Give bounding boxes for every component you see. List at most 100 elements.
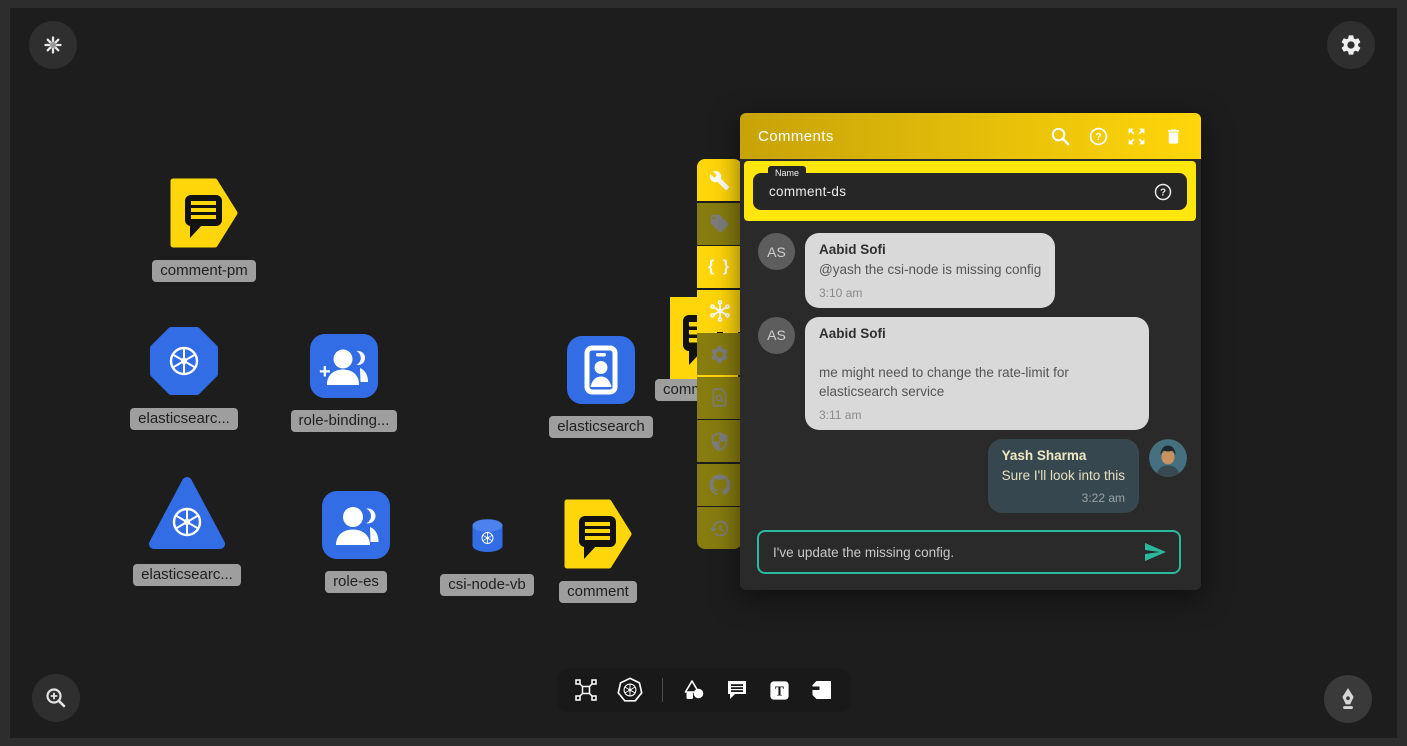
document-search-icon — [709, 387, 730, 408]
json-tool-button[interactable]: { } — [697, 246, 742, 288]
comments-panel-header[interactable]: Comments ? — [740, 113, 1201, 159]
mesh-tool-button[interactable] — [697, 290, 742, 332]
svg-text:+: + — [319, 361, 331, 383]
node-role-es[interactable]: role-es — [300, 491, 412, 593]
message-author: Aabid Sofi — [819, 242, 1041, 257]
comment-composer[interactable] — [757, 530, 1181, 574]
node-role-binding[interactable]: + role-binding... — [287, 334, 401, 432]
message-row: Yash Sharma Sure I'll look into this 3:2… — [758, 439, 1187, 514]
kubernetes-tool-button[interactable] — [617, 677, 643, 703]
shield-icon — [709, 431, 730, 452]
avatar: AS — [758, 233, 795, 270]
doc-scan-tool-button[interactable] — [697, 377, 742, 419]
kubernetes-triangle-icon — [148, 476, 226, 552]
search-icon[interactable] — [1050, 126, 1071, 147]
node-label: comment — [559, 581, 637, 603]
wrench-icon — [709, 170, 730, 191]
note-tool-button[interactable] — [810, 678, 834, 702]
kubernetes-octagon-icon — [149, 326, 219, 396]
message-author: Aabid Sofi — [819, 326, 1135, 341]
node-elasticsearch-serviceaccount[interactable]: elasticsearch — [545, 336, 657, 438]
message-time: 3:22 am — [1002, 491, 1125, 505]
text-tool-button[interactable]: T — [768, 679, 791, 702]
help-icon[interactable]: ? — [1153, 182, 1173, 202]
panel-title: Comments — [758, 128, 834, 145]
comment-input[interactable] — [771, 544, 1143, 561]
configure-tool-button[interactable] — [697, 159, 742, 201]
expand-icon[interactable] — [1126, 126, 1147, 147]
message-text: Sure I'll look into this — [1002, 466, 1125, 486]
comment-shape-icon — [564, 499, 632, 569]
role-binding-icon: + — [310, 334, 378, 398]
comment-shape-icon — [170, 178, 238, 248]
avatar: AS — [758, 317, 795, 354]
github-icon — [709, 474, 731, 496]
svg-text:T: T — [775, 683, 784, 698]
name-field-section: Name ? — [744, 161, 1196, 221]
send-button[interactable] — [1143, 540, 1167, 564]
zoom-in-icon — [43, 685, 69, 711]
message-time: 3:10 am — [819, 286, 1041, 300]
shape-toolbar: T — [557, 668, 851, 712]
mesh-hub-icon — [708, 299, 732, 323]
node-label: comment-pm — [152, 260, 256, 282]
note-icon — [810, 678, 834, 702]
settings-button[interactable] — [1327, 21, 1375, 69]
name-field-label: Name — [768, 166, 806, 180]
message-text: me might need to change the rate-limit f… — [819, 363, 1135, 402]
toolbar-divider — [662, 678, 663, 702]
tag-tool-button[interactable] — [697, 203, 742, 245]
message-text: @yash the csi-node is missing config — [819, 260, 1041, 280]
message-list: AS Aabid Sofi @yash the csi-node is miss… — [740, 221, 1201, 526]
node-comment[interactable]: comment — [542, 499, 654, 603]
service-account-badge-icon — [567, 336, 635, 404]
pen-nib-icon — [1335, 686, 1361, 712]
context-toolbar: { } — [697, 159, 742, 549]
flowchart-tool-button[interactable] — [574, 678, 598, 702]
zoom-button[interactable] — [32, 674, 80, 722]
comment-icon — [725, 678, 749, 702]
app-logo-icon — [41, 33, 65, 57]
message-row: AS Aabid Sofi @yash the csi-node is miss… — [758, 233, 1187, 308]
node-label: csi-node-vb — [440, 574, 534, 596]
node-label: elasticsearch — [549, 416, 653, 438]
node-label: role-binding... — [291, 410, 398, 432]
pen-tool-button[interactable] — [1324, 675, 1372, 723]
delete-icon[interactable] — [1164, 126, 1183, 147]
message-bubble: Aabid Sofi me might need to change the r… — [805, 317, 1149, 430]
message-bubble: Aabid Sofi @yash the csi-node is missing… — [805, 233, 1055, 308]
history-tool-button[interactable] — [697, 507, 742, 549]
history-icon — [709, 518, 730, 539]
flowchart-icon — [574, 678, 598, 702]
github-tool-button[interactable] — [697, 464, 742, 506]
person-photo-icon — [1149, 439, 1187, 477]
role-icon — [322, 491, 390, 559]
message-row: AS Aabid Sofi me might need to change th… — [758, 317, 1187, 430]
kubernetes-icon — [617, 677, 643, 703]
name-input[interactable] — [767, 183, 1153, 200]
name-field[interactable]: Name ? — [753, 173, 1187, 210]
svg-text:?: ? — [1095, 131, 1101, 143]
security-tool-button[interactable] — [697, 420, 742, 462]
shapes-icon — [682, 678, 706, 702]
svg-text:?: ? — [1160, 187, 1166, 198]
gear-icon — [1339, 33, 1363, 57]
node-elasticsearch-triangle[interactable]: elasticsearc... — [131, 476, 243, 586]
braces-icon: { } — [708, 258, 731, 276]
shapes-tool-button[interactable] — [682, 678, 706, 702]
app-logo-button[interactable] — [29, 21, 77, 69]
node-comment-pm[interactable]: comment-pm — [149, 178, 259, 282]
tag-icon — [709, 213, 730, 234]
message-time: 3:11 am — [819, 408, 1135, 422]
node-csi-node-vb[interactable]: csi-node-vb — [431, 518, 543, 596]
avatar-photo — [1149, 439, 1187, 477]
node-label: elasticsearc... — [133, 564, 241, 586]
message-author: Yash Sharma — [1002, 448, 1125, 463]
text-icon: T — [768, 679, 791, 702]
node-elasticsearch-octagon[interactable]: elasticsearc... — [128, 326, 240, 430]
comments-panel: Comments ? Name ? — [740, 113, 1201, 590]
message-bubble: Yash Sharma Sure I'll look into this 3:2… — [988, 439, 1139, 514]
settings-tool-button[interactable] — [697, 333, 742, 375]
help-icon[interactable]: ? — [1088, 126, 1109, 147]
comment-tool-button[interactable] — [725, 678, 749, 702]
